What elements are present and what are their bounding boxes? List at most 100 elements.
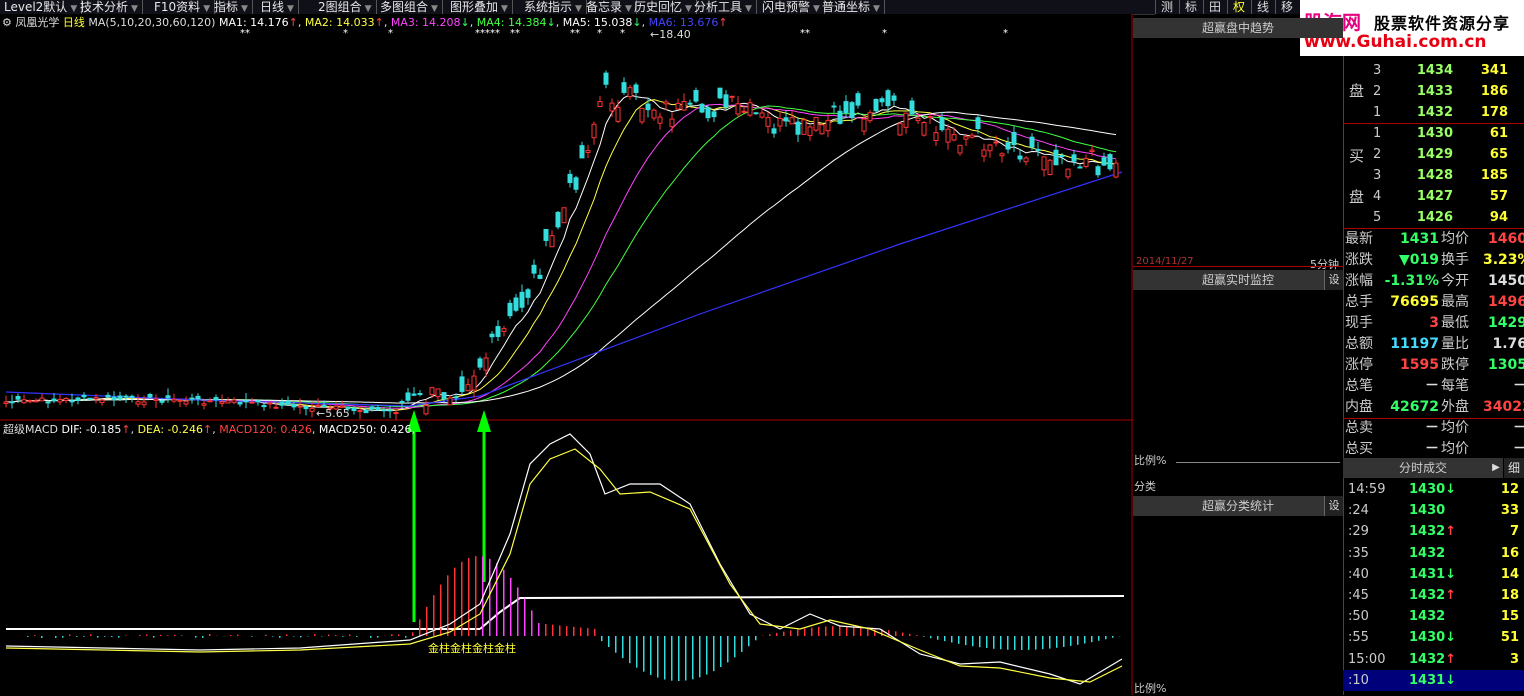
tick-price: 1430 <box>1409 500 1445 521</box>
quote-row: 现手3最低1429 <box>1343 313 1524 334</box>
period-label: 日线 <box>63 16 85 29</box>
toolbar-menu-indicator[interactable]: 指标▼ <box>210 0 253 14</box>
tick-price: 1431↓ <box>1409 670 1456 691</box>
tick-row[interactable]: :401431↓14 <box>1343 564 1524 585</box>
settings-icon[interactable]: ⚙ <box>2 16 12 29</box>
toolbar-menu-system[interactable]: 系统指示▼ <box>520 0 587 14</box>
ask-row-1[interactable]: 11432178 <box>1343 102 1524 123</box>
tick-price: 1432 <box>1409 606 1445 627</box>
tick-row[interactable]: :291432↑7 <box>1343 521 1524 542</box>
tick-price: 1432↑ <box>1409 649 1456 670</box>
tick-volume: 33 <box>1489 500 1519 521</box>
trend-panel-header[interactable]: 超赢盘中趋势 <box>1133 18 1343 38</box>
bid-row-4[interactable]: 4142757 <box>1343 186 1524 207</box>
low-price-label: ←5.65 <box>316 407 350 420</box>
toolbar-menu-f10[interactable]: F10资料▼ <box>150 0 215 14</box>
tick-row[interactable]: :101431↓ <box>1343 670 1524 691</box>
tab-grid[interactable]: 田 <box>1203 0 1226 14</box>
quote-value: 3.23% <box>1483 250 1524 271</box>
tick-row[interactable]: 15:001432↑3 <box>1343 649 1524 670</box>
toolbar-menu-2chart[interactable]: 2图组合▼ <box>314 0 377 14</box>
quote-value: 1450 <box>1483 271 1524 292</box>
quote-label: 每笔 <box>1441 376 1469 397</box>
chevron-down-icon: ▼ <box>241 4 248 14</box>
toolbar-menu-overlay[interactable]: 图形叠加▼ <box>446 0 513 14</box>
quote-label: 换手 <box>1441 250 1469 271</box>
tab-rights[interactable]: 权 <box>1227 0 1250 14</box>
quote-label: 总手 <box>1345 292 1373 313</box>
logo-slogan: 股票软件资源分享 <box>1374 10 1510 34</box>
toolbar-menu-coordinate[interactable]: 普通坐标▼ <box>818 0 885 14</box>
ask-row-3[interactable]: 31434341 <box>1343 60 1524 81</box>
quote-value: 1496 <box>1483 292 1524 313</box>
toolbar-menu-memo[interactable]: 备忘录▼ <box>582 0 637 14</box>
toolbar-menu-tools[interactable]: 分析工具▼ <box>690 0 757 14</box>
arrow-down-icon: ↓ <box>1445 630 1456 645</box>
toolbar-menu-history[interactable]: 历史回忆▼ <box>630 0 697 14</box>
monitor-settings-button[interactable]: 设 <box>1324 270 1343 290</box>
ticks-header[interactable]: 分时成交 <box>1343 458 1503 478</box>
quote-row: 内盘42672外盘34023 <box>1343 397 1524 418</box>
bid-row-2[interactable]: 2142965 <box>1343 144 1524 165</box>
high-price-label: ←18.40 <box>650 28 691 41</box>
tick-row[interactable]: :551430↓51 <box>1343 627 1524 648</box>
toolbar-menu-multichart[interactable]: 多图组合▼ <box>376 0 443 14</box>
toolbar-menu-level2[interactable]: Level2默认▼ <box>0 0 82 14</box>
quote-row: 总额11197量比1.76 <box>1343 334 1524 355</box>
bid-row-1[interactable]: 1143061 <box>1343 123 1524 144</box>
tab-mark[interactable]: 标 <box>1179 0 1202 14</box>
chart-tool-tabs: 测 标 田 权 线 移 <box>1155 0 1305 14</box>
tick-volume: 7 <box>1489 521 1519 542</box>
play-icon[interactable]: ▶ <box>1489 458 1503 478</box>
tick-volume: 14 <box>1489 564 1519 585</box>
quote-value: 3 <box>1383 313 1439 334</box>
tick-row[interactable]: :451432↑18 <box>1343 585 1524 606</box>
quote-label: 跌停 <box>1441 355 1469 376</box>
tick-volume: 16 <box>1489 543 1519 564</box>
quote-value: -1.31% <box>1383 271 1439 292</box>
tab-move[interactable]: 移 <box>1275 0 1298 14</box>
stats-settings-button[interactable]: 设 <box>1324 496 1343 516</box>
tick-volume: 12 <box>1489 479 1519 500</box>
tick-row[interactable]: :24143033 <box>1343 500 1524 521</box>
tick-price: 1432↑ <box>1409 521 1456 542</box>
monitor-panel-header[interactable]: 超赢实时监控设 <box>1133 270 1343 290</box>
arrow-up-icon: ↑ <box>1445 652 1456 667</box>
tick-row[interactable]: 14:591430↓12 <box>1343 479 1524 500</box>
quote-value: 1429 <box>1483 313 1524 334</box>
ma2-value: MA2: 14.033↑ <box>305 16 384 29</box>
quote-value: 11197 <box>1383 334 1439 355</box>
ticks-detail-button[interactable]: 细 <box>1504 458 1524 478</box>
toolbar-menu-period[interactable]: 日线▼ <box>256 0 299 14</box>
toolbar-menu-alert[interactable]: 闪电预警▼ <box>758 0 825 14</box>
quote-label: 现手 <box>1345 313 1373 334</box>
quote-value: 1595 <box>1383 355 1439 376</box>
quote-row: 最新1431均价1460 <box>1343 229 1524 250</box>
quote-value: － <box>1383 376 1439 397</box>
arrow-down-icon: ↓ <box>1445 482 1456 497</box>
chevron-down-icon: ▼ <box>431 4 438 14</box>
tick-volume: 15 <box>1489 606 1519 627</box>
quote-value: 34023 <box>1483 397 1524 418</box>
quote-value: 42672 <box>1383 397 1439 418</box>
tab-measure[interactable]: 测 <box>1155 0 1178 14</box>
stats-panel-header[interactable]: 超赢分类统计设 <box>1133 496 1343 516</box>
toolbar-menu-technical[interactable]: 技术分析▼ <box>76 0 143 14</box>
tick-time: 15:00 <box>1348 649 1385 670</box>
quote-label: 内盘 <box>1345 397 1373 418</box>
tab-line[interactable]: 线 <box>1251 0 1274 14</box>
tick-time: :45 <box>1348 585 1369 606</box>
bid-row-5[interactable]: 5142694 <box>1343 207 1524 228</box>
ma-params: MA(5,10,20,30,60,120) <box>88 16 215 29</box>
quote-label: 今开 <box>1441 271 1469 292</box>
tick-row[interactable]: :50143215 <box>1343 606 1524 627</box>
ask-row-2[interactable]: 21433186 <box>1343 81 1524 102</box>
tick-row[interactable]: :35143216 <box>1343 543 1524 564</box>
bid-row-3[interactable]: 31428185 <box>1343 165 1524 186</box>
ma1-value: MA1: 14.176↑ <box>219 16 298 29</box>
quote-row: 总卖－均价－ <box>1343 418 1524 439</box>
kline-chart[interactable]: ******************* <box>0 14 1133 695</box>
tick-price: 1430↓ <box>1409 479 1456 500</box>
dif-value: DIF: -0.185↑ <box>61 423 130 436</box>
ma4-value: MA4: 14.384↓ <box>477 16 556 29</box>
